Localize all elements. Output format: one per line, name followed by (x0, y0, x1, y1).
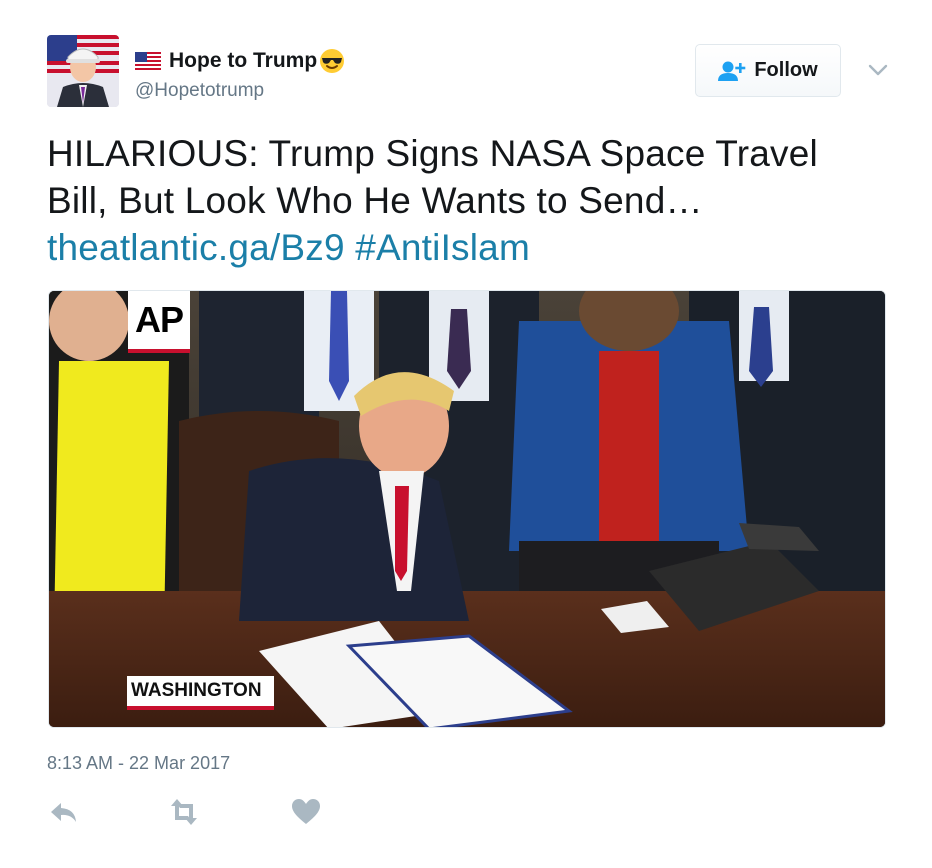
tweet-card: Hope to Trump @Hopetotrump Follow HILARI… (0, 0, 932, 868)
sunglasses-emoji-icon (320, 49, 345, 73)
retweet-icon[interactable] (168, 796, 200, 828)
author-handle[interactable]: @Hopetotrump (135, 80, 264, 102)
like-icon[interactable] (290, 796, 322, 828)
author-name-row[interactable]: Hope to Trump (135, 47, 345, 75)
display-name[interactable]: Hope to Trump (169, 49, 317, 73)
follow-label: Follow (754, 59, 818, 81)
hashtag-link[interactable]: #AntiIslam (355, 227, 530, 268)
reply-icon[interactable] (47, 796, 79, 828)
media-photo[interactable] (48, 290, 886, 728)
avatar[interactable] (47, 35, 119, 107)
tweet-timestamp[interactable]: 8:13 AM - 22 Mar 2017 (47, 753, 230, 774)
tweet-url-link[interactable]: theatlantic.ga/Bz9 (47, 227, 345, 268)
ap-logo: AP (128, 291, 190, 353)
us-flag-icon (135, 52, 161, 70)
tweet-text-line-3: theatlantic.ga/Bz9 #AntiIslam (47, 224, 907, 271)
follow-button[interactable]: Follow (695, 44, 841, 97)
dateline-text: WASHINGTON (131, 680, 262, 701)
chevron-down-icon[interactable] (866, 60, 890, 80)
dateline-badge: WASHINGTON (127, 676, 274, 710)
ap-logo-text: AP (134, 299, 184, 340)
tweet-text: HILARIOUS: Trump Signs NASA Space Travel… (47, 130, 907, 271)
tweet-text-line-1: HILARIOUS: Trump Signs NASA Space Travel (47, 133, 818, 174)
add-user-icon (718, 61, 746, 81)
tweet-text-line-2: Bill, But Look Who He Wants to Send… (47, 180, 703, 221)
photo-illustration (49, 291, 885, 727)
avatar-image (47, 35, 119, 107)
